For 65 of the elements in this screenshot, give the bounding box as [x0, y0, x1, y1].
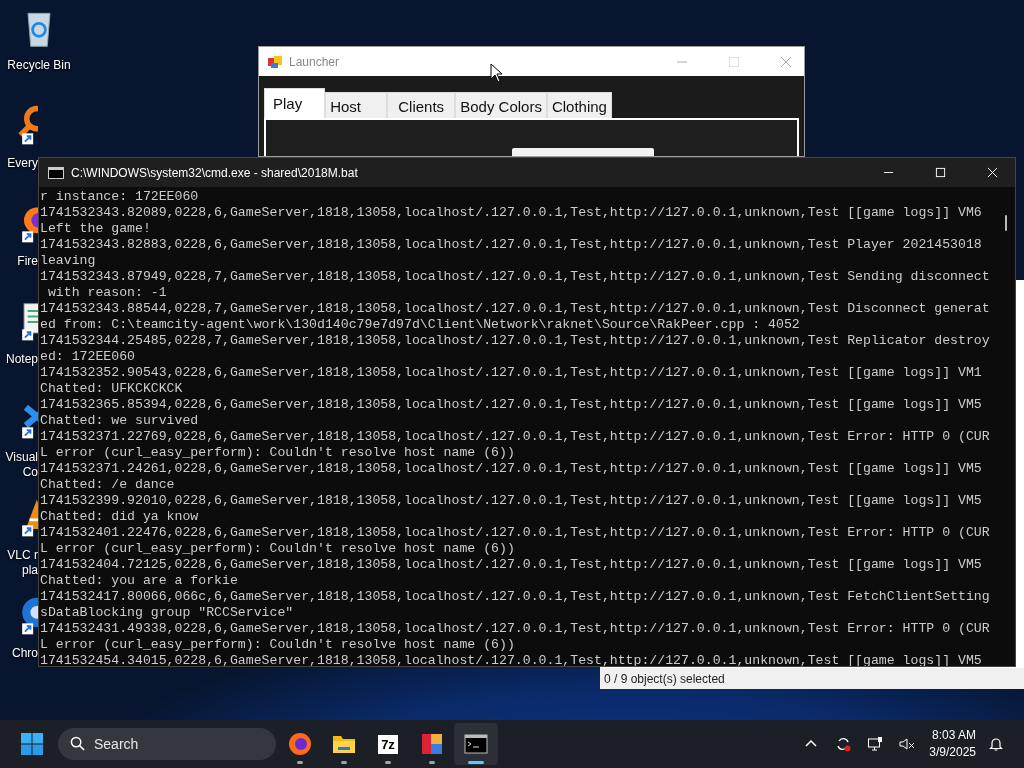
console-line: sDataBlocking group "RCCService" — [40, 605, 295, 621]
icon-label: Every — [7, 156, 38, 171]
console-line: leaving — [40, 253, 97, 269]
search-field[interactable]: Search — [58, 728, 276, 760]
console-line: 1741532352.90543,0228,6,GameServer,1818,13058,localhost/.127.0.0.1,Test,http://127.0.0.1,unknown,Test [[game logs]] VM1 — [40, 365, 983, 381]
tab[interactable]: Clothing — [546, 92, 612, 118]
window-title: C:\WINDOWS\system32\cmd.exe - shared\2018M.bat — [71, 165, 358, 180]
console-line: 1741532343.88544,0228,7,GameServer,1818,13058,localhost/.127.0.0.1,Test,http://127.0.0.1,unknown,Test Disconnect generat — [40, 301, 991, 317]
archive-icon: 7z — [378, 734, 398, 754]
console-line: Chatted: /e dance — [40, 477, 176, 493]
icon-label: VLC r — [7, 548, 38, 563]
console-line: 1741532431.49338,0228,6,GameServer,1818,13058,localhost/.127.0.0.1,Test,http://127.0.0.1,unknown,Test Error: HTTP 0 (CUR — [40, 621, 991, 637]
console-line: L error (curl_easy_perform): Couldn't resolve host name (6)) — [40, 541, 516, 557]
console-line: 1741532371.22769,0228,6,GameServer,1818,13058,localhost/.127.0.0.1,Test,http://127.0.0.1,unknown,Test Error: HTTP 0 (CUR — [40, 429, 991, 445]
terminal-icon — [464, 732, 488, 756]
time-text: 8:03 AM — [931, 727, 976, 744]
console-icon — [48, 166, 64, 179]
console-line: L error (curl_easy_perform): Couldn't resolve host name (6)) — [40, 637, 516, 653]
console-line: 1741532404.72125,0228,6,GameServer,1818,13058,localhost/.127.0.0.1,Test,http://127.0.0.1,unknown,Test [[game logs]] VM5 — [40, 557, 983, 573]
console-line: Chatted: we survived — [40, 413, 200, 429]
monitor-icon[interactable] — [867, 736, 884, 752]
console-line: 1741532343.87949,0228,7,GameServer,1818,13058,localhost/.127.0.0.1,Test,http://127.0.0.1,unknown,Test Sending disconnect — [40, 269, 991, 285]
console-line: Chatted: did ya know — [40, 509, 200, 525]
status-text: 0 / 9 object(s) selected — [604, 671, 725, 686]
scrollbar-thumb[interactable] — [1005, 215, 1007, 231]
taskbar-button[interactable]: 7z — [366, 723, 410, 765]
console-line: ed: 172EE060 — [40, 349, 136, 365]
search-icon — [70, 736, 85, 751]
console-line: r instance: 172EE060 — [40, 189, 200, 205]
console-line: Chatted: UFKCKCKCK — [40, 381, 184, 397]
tab[interactable]: Host — [325, 92, 388, 118]
speaker-muted-icon[interactable] — [899, 736, 916, 752]
icon-label: Fire — [17, 254, 38, 269]
icon-label: Co — [22, 465, 38, 480]
icon-label: Visual — [5, 450, 38, 465]
icon-label: Chro — [12, 646, 38, 661]
app-icon — [267, 53, 283, 70]
taskbar-button[interactable] — [454, 723, 498, 765]
console-line: with reason: -1 — [46, 285, 168, 301]
icon-label: Notep — [5, 352, 38, 367]
tab[interactable]: Clients — [387, 92, 456, 118]
console-line: 1741532371.24261,0228,6,GameServer,1818,13058,localhost/.127.0.0.1,Test,http://127.0.0.1,unknown,Test [[game logs]] VM5 — [40, 461, 983, 477]
console-line: 1741532365.85394,0228,6,GameServer,1818,13058,localhost/.127.0.0.1,Test,http://127.0.0.1,unknown,Test [[game logs]] VM5 — [40, 397, 983, 413]
console-line: Left the game! — [40, 221, 152, 237]
console-line: L error (curl_easy_perform): Couldn't resolve host name (6)) — [40, 445, 516, 461]
console-line: 1741532399.92010,0228,6,GameServer,1818,13058,localhost/.127.0.0.1,Test,http://127.0.0.1,unknown,Test [[game logs]] VM5 — [40, 493, 983, 509]
bell-icon[interactable] — [988, 736, 1004, 752]
icon-label: pla — [22, 563, 38, 578]
sync-icon[interactable] — [835, 736, 852, 752]
start-icon[interactable] — [20, 732, 44, 756]
console-line: Chatted: you are a forkie — [40, 573, 239, 589]
tab[interactable]: Body Colors — [455, 92, 547, 118]
clock[interactable]: 8:03 AM 3/9/2025 — [929, 727, 976, 761]
console-line: 1741532343.82883,0228,6,GameServer,1818,13058,localhost/.127.0.0.1,Test,http://127.0.0.1,unknown,Test Player 2021453018 — [40, 237, 983, 253]
console-line: ed from: C:\teamcity-agent\work\130d140c79e7d97d\Client\Network\raknet\Source\RakPeer.cpp : 4052 — [40, 317, 801, 333]
app-icon — [420, 732, 444, 756]
console-line: 1741532343.82089,0228,6,GameServer,1818,13058,localhost/.127.0.0.1,Test,http://127.0.0.1,unknown,Test [[game logs]] VM6 — [40, 205, 983, 221]
console-line: 1741532417.80066,066c,6,GameServer,1818,13058,localhost/.127.0.0.1,Test,http://127.0.0.1,unknown,Test FetchClientSetting — [40, 589, 991, 605]
window-title: Launcher — [289, 54, 340, 69]
console-line: 1741532344.25485,0228,7,GameServer,1818,13058,localhost/.127.0.0.1,Test,http://127.0.0.1,unknown,Test Replicator destroy — [40, 333, 991, 349]
console-line: 1741532401.22476,0228,6,GameServer,1818,13058,localhost/.127.0.0.1,Test,http://127.0.0.1,unknown,Test Error: HTTP 0 (CUR — [40, 525, 991, 541]
tab[interactable]: Play — [264, 88, 326, 118]
date-text: 3/9/2025 — [929, 744, 976, 761]
console-line: 1741532454.34015,0228,6,GameServer,1818,13058,localhost/.127.0.0.1,Test,http://127.0.0.1,unknown,Test [[game logs]] VM5 — [40, 653, 983, 666]
icon-label: Recycle Bin — [7, 58, 71, 73]
